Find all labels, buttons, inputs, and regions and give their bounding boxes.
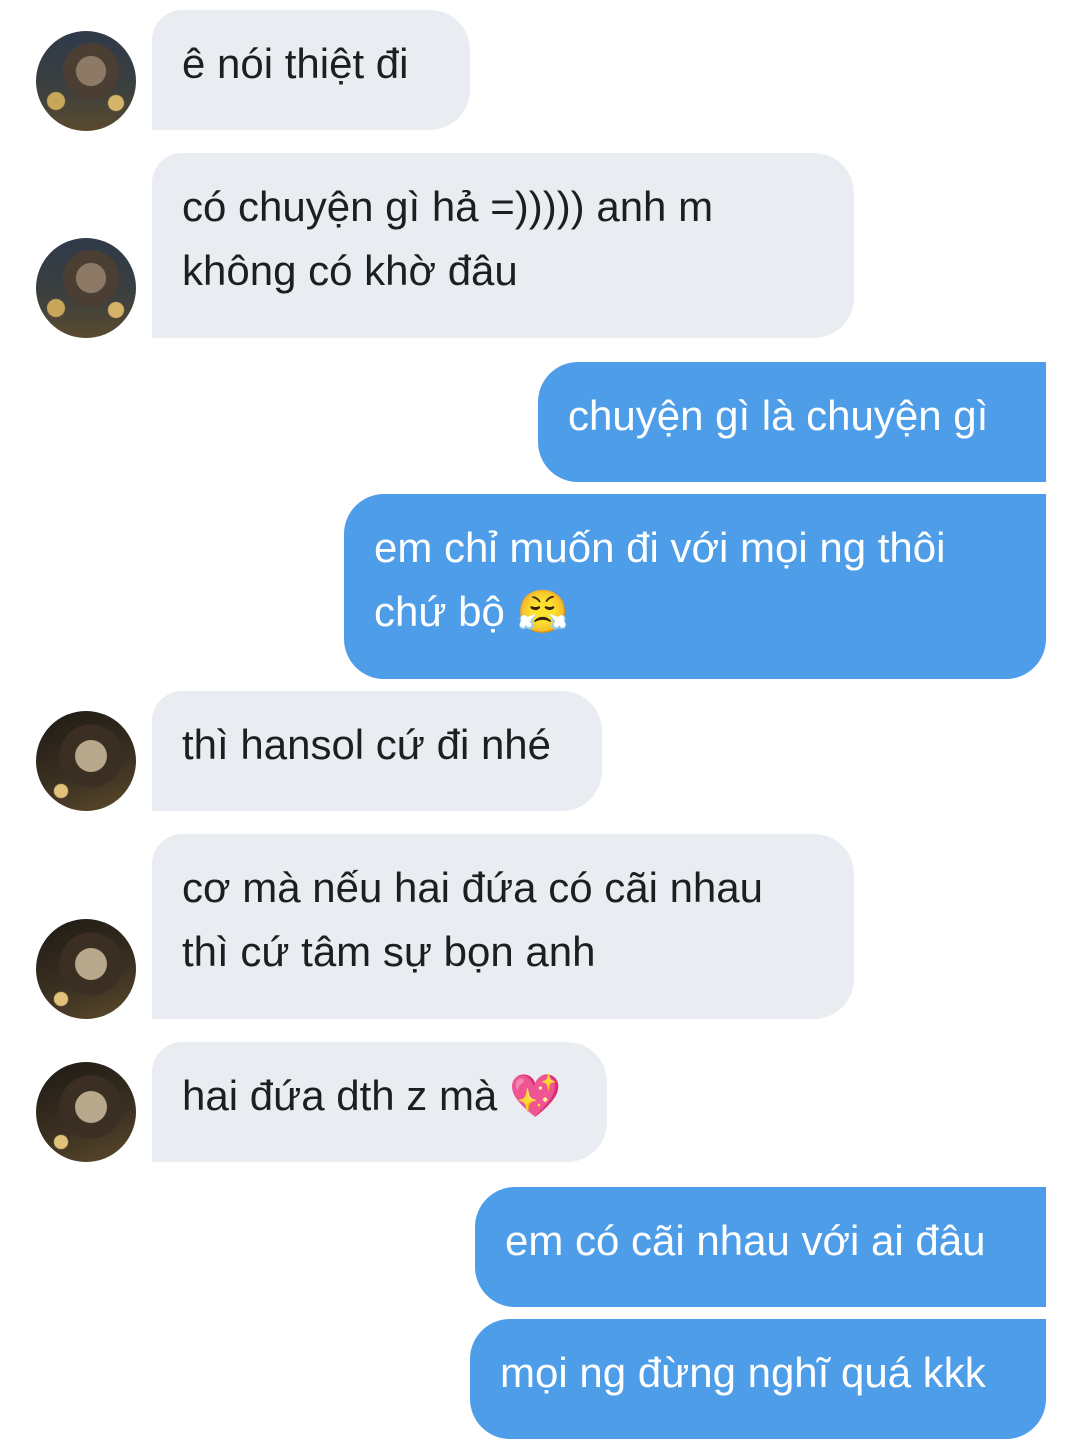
message-text: chuyện gì là chuyện gì <box>568 392 989 439</box>
avatar[interactable] <box>36 1062 136 1162</box>
message-bubble[interactable]: em có cãi nhau với ai đâu <box>475 1187 1046 1307</box>
avatar[interactable] <box>36 31 136 131</box>
message-text: có chuyện gì hả =))))) anh m <box>182 183 714 230</box>
message-bubble[interactable]: em chỉ muốn đi với mọi ng thôi chứ bộ 😤 <box>344 494 1046 679</box>
message-text: không có khờ đâu <box>182 247 518 294</box>
message-text: chứ bộ <box>374 588 505 635</box>
message-bubble[interactable]: cơ mà nếu hai đứa có cãi nhau thì cứ tâm… <box>152 834 854 1019</box>
message-text: hai đứa dth z mà <box>182 1072 498 1119</box>
avatar[interactable] <box>36 711 136 811</box>
message-bubble[interactable]: ê nói thiệt đi <box>152 10 470 130</box>
message-bubble[interactable]: mọi ng đừng nghĩ quá kkk <box>470 1319 1046 1439</box>
huffing-face-emoji: 😤 <box>516 587 569 636</box>
avatar[interactable] <box>36 919 136 1019</box>
message-text: ê nói thiệt đi <box>182 40 409 87</box>
message-text: thì cứ tâm sự bọn anh <box>182 928 596 975</box>
message-text: cơ mà nếu hai đứa có cãi nhau <box>182 864 764 911</box>
message-text: thì hansol cứ đi nhé <box>182 721 552 768</box>
avatar[interactable] <box>36 238 136 338</box>
message-bubble[interactable]: thì hansol cứ đi nhé <box>152 691 602 811</box>
message-bubble[interactable]: hai đứa dth z mà 💖 <box>152 1042 607 1162</box>
message-text: em chỉ muốn đi với mọi ng thôi <box>374 524 946 571</box>
message-text: mọi ng đừng nghĩ quá kkk <box>500 1349 986 1396</box>
message-bubble[interactable]: chuyện gì là chuyện gì <box>538 362 1046 482</box>
message-bubble[interactable]: có chuyện gì hả =))))) anh m không có kh… <box>152 153 854 338</box>
sparkling-heart-emoji: 💖 <box>508 1071 562 1120</box>
message-text: em có cãi nhau với ai đâu <box>505 1217 986 1264</box>
